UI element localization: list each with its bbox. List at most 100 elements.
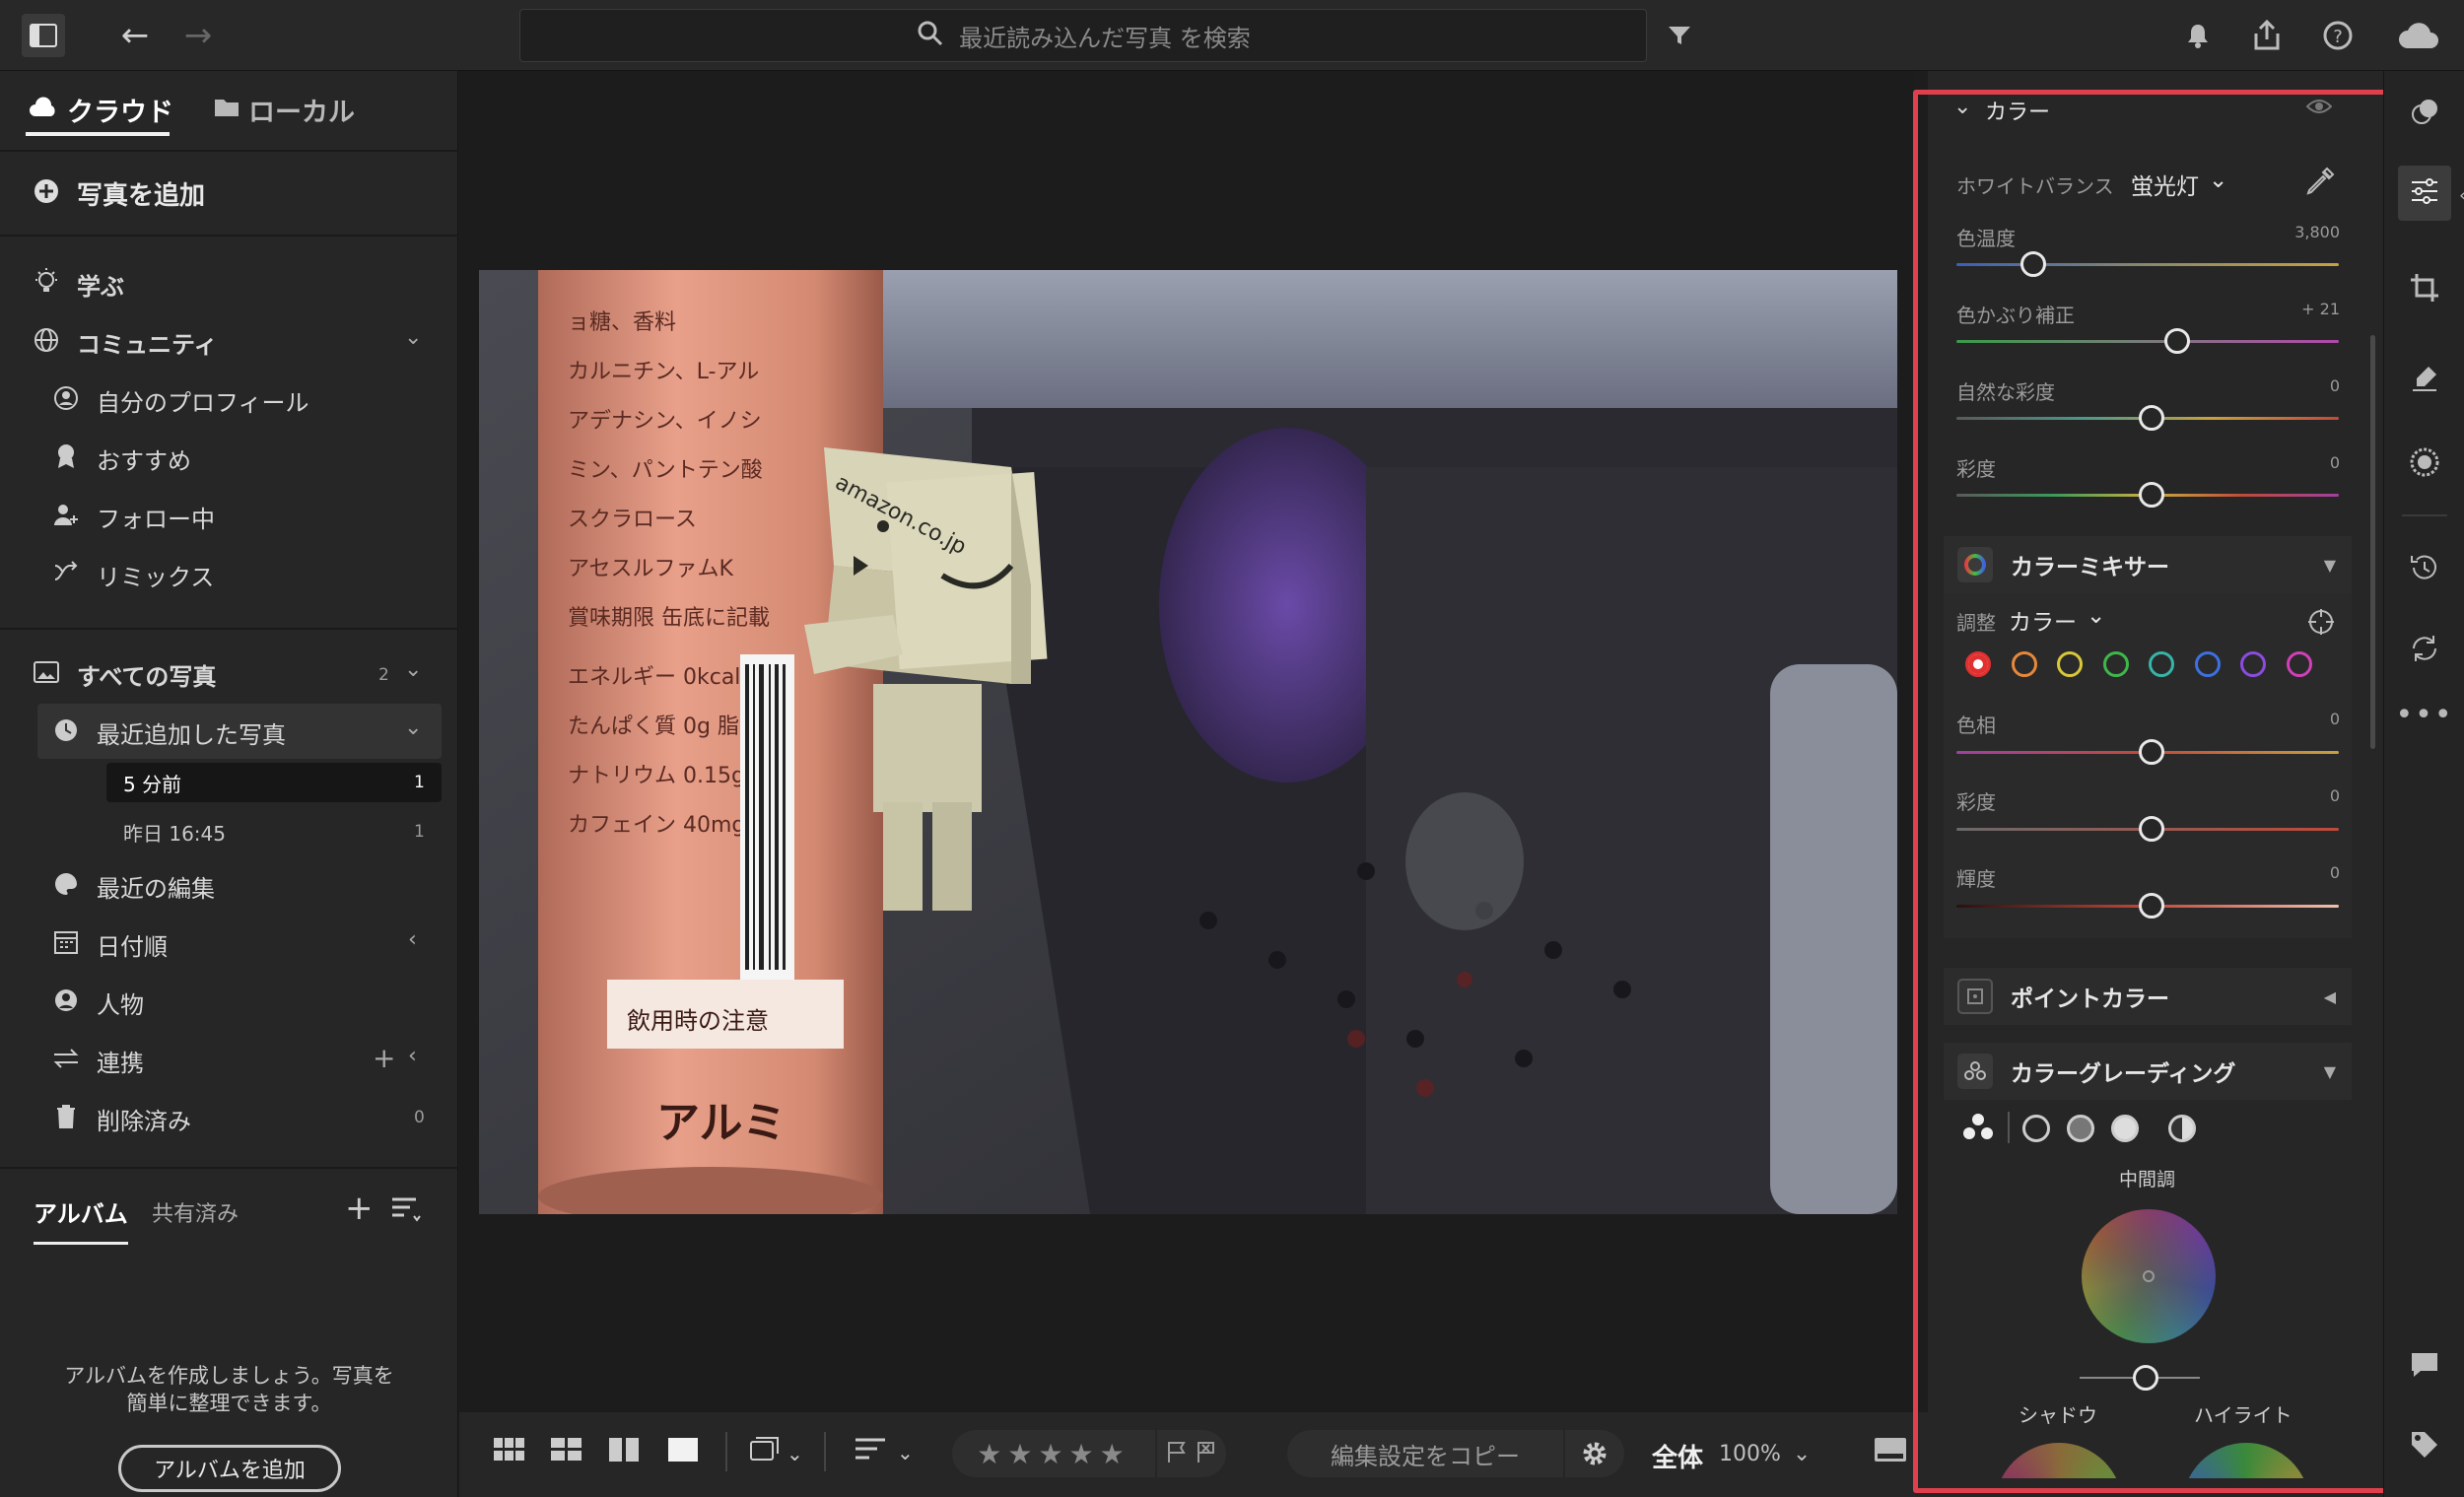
nav-recommended[interactable]: おすすめ — [51, 442, 191, 476]
color-swatch[interactable] — [2194, 651, 2221, 677]
copy-settings-button[interactable]: 編集設定をコピー — [1287, 1430, 1563, 1477]
sidebar-toggle-icon[interactable] — [22, 14, 65, 57]
three-way-view-icon[interactable] — [1961, 1112, 1995, 1147]
midtones-color-wheel[interactable] — [2082, 1209, 2216, 1343]
nav-by-date[interactable]: 日付順 — [51, 927, 168, 962]
more-icon[interactable]: ••• — [2384, 698, 2464, 732]
nav-people[interactable]: 人物 — [51, 986, 144, 1020]
masking-icon[interactable] — [2384, 445, 2464, 487]
compare-view-icon[interactable] — [607, 1436, 641, 1463]
nav-integrations[interactable]: 連携 — [51, 1044, 144, 1078]
nav-following[interactable]: フォロー中 — [51, 500, 215, 534]
temperature-slider-knob[interactable] — [2020, 251, 2046, 277]
color-mixer-header[interactable]: カラーミキサー ▼ — [1944, 536, 2352, 593]
tab-cloud[interactable]: クラウド — [28, 91, 173, 129]
eyedropper-icon[interactable] — [2304, 166, 2336, 201]
search-input[interactable]: 最近読み込んだ写真 を検索 — [519, 9, 1647, 62]
versions-icon[interactable] — [2384, 633, 2464, 672]
balance-slider-knob[interactable] — [2133, 1365, 2158, 1391]
star-rating[interactable]: ★★★★★ — [952, 1430, 1155, 1477]
tint-slider-knob[interactable] — [2164, 328, 2190, 354]
chevron-down-icon[interactable]: ⌄ — [1953, 95, 1971, 119]
white-balance-dropdown[interactable]: 蛍光灯 ⌄ — [2131, 168, 2227, 201]
tint-slider-track[interactable] — [1956, 340, 2339, 343]
help-icon[interactable]: ? — [2318, 14, 2358, 57]
panel-scrollbar[interactable] — [2370, 335, 2375, 749]
add-album-button[interactable]: アルバムを追加 — [118, 1445, 341, 1492]
saturation-slider-knob[interactable] — [2139, 482, 2164, 508]
color-swatch[interactable] — [2102, 651, 2129, 677]
filmstrip-icon[interactable] — [1873, 1436, 1908, 1463]
vibrance-slider-knob[interactable] — [2139, 405, 2164, 431]
hue-slider-knob[interactable] — [2139, 739, 2164, 765]
crop-icon[interactable] — [2384, 272, 2464, 311]
color-grading-header[interactable]: カラーグレーディング ▼ — [1944, 1043, 2352, 1100]
reject-flag-icon[interactable] — [1196, 1440, 1217, 1467]
eye-icon[interactable] — [2305, 97, 2333, 120]
sort-dropdown[interactable]: ⌄ — [854, 1436, 914, 1468]
shadows-view-icon[interactable] — [2022, 1115, 2050, 1142]
nav-deleted[interactable]: 削除済み — [51, 1102, 191, 1136]
cloud-icon[interactable] — [2389, 14, 2448, 57]
temperature-slider-track[interactable] — [1956, 263, 2339, 266]
target-adjust-icon[interactable] — [2306, 607, 2336, 641]
nav-community[interactable]: コミュニティ — [32, 325, 218, 360]
share-icon[interactable] — [2247, 14, 2287, 57]
zoom-dropdown[interactable]: 100% ⌄ — [1719, 1442, 1811, 1466]
sort-icon[interactable] — [390, 1194, 422, 1228]
color-section-title[interactable]: カラー — [1985, 95, 2050, 126]
slideshow-dropdown[interactable]: ⌄ — [749, 1436, 803, 1470]
adjust-dropdown[interactable]: カラー ⌄ — [2009, 603, 2105, 637]
nav-recent-edits[interactable]: 最近の編集 — [51, 869, 215, 904]
add-photo-button[interactable]: 写真を追加 — [32, 175, 205, 212]
tab-shared[interactable]: 共有済み — [152, 1196, 239, 1228]
add-album-plus-icon[interactable]: + — [345, 1189, 374, 1228]
grid-large-icon[interactable] — [550, 1436, 583, 1463]
nav-remix[interactable]: リミックス — [51, 558, 214, 592]
forward-arrow-icon[interactable]: → — [173, 14, 223, 57]
tag-icon[interactable] — [2384, 1429, 2464, 1468]
color-swatch[interactable] — [1965, 651, 1991, 677]
bell-icon[interactable] — [2178, 16, 2218, 55]
tab-local[interactable]: ローカル — [213, 91, 355, 129]
single-view-icon[interactable] — [666, 1436, 700, 1463]
nav-learn[interactable]: 学ぶ — [32, 267, 124, 302]
comment-icon[interactable] — [2384, 1350, 2464, 1388]
nav-recently-added-row[interactable]: 最近追加した写真 — [51, 715, 286, 750]
highlights-view-icon[interactable] — [2111, 1115, 2139, 1142]
chevron-down-icon[interactable]: ⌄ — [404, 715, 422, 740]
nav-all-photos[interactable]: すべての写真 — [32, 657, 216, 692]
color-swatch[interactable] — [2240, 651, 2266, 677]
gear-icon[interactable] — [1565, 1430, 1624, 1477]
chevron-down-icon[interactable]: ⌄ — [404, 325, 422, 350]
color-swatch[interactable] — [2057, 651, 2083, 677]
presets-icon[interactable] — [2384, 97, 2464, 136]
luminance-slider-knob[interactable] — [2139, 893, 2164, 919]
chevron-left-icon[interactable]: ‹ — [408, 927, 417, 952]
color-swatch[interactable] — [2011, 651, 2037, 677]
zoom-fit-button[interactable]: 全体 — [1652, 1438, 1703, 1474]
point-color-header[interactable]: ポイントカラー ◀ — [1944, 968, 2352, 1025]
global-view-icon[interactable] — [2168, 1115, 2196, 1142]
midtones-view-icon[interactable] — [2067, 1115, 2094, 1142]
tab-albums[interactable]: アルバム — [34, 1194, 128, 1229]
color-swatch[interactable] — [2149, 651, 2174, 677]
healing-brush-icon[interactable] — [2384, 363, 2464, 402]
sub-item-label[interactable]: 昨日 16:45 — [123, 818, 226, 847]
photo[interactable]: ョ糖、香料 カルニチン、L-アル アデナシン、イノシ ミン、パントテン酸 スクラロー… — [479, 270, 1897, 1214]
plus-icon[interactable]: + — [373, 1042, 395, 1074]
flag-icon[interactable] — [1166, 1440, 1188, 1467]
flag-buttons[interactable] — [1157, 1430, 1226, 1477]
grid-small-icon[interactable] — [493, 1436, 526, 1463]
color-swatch[interactable] — [2286, 651, 2312, 677]
history-icon[interactable] — [2384, 552, 2464, 591]
adjust-label: 調整 — [1956, 611, 1996, 635]
back-arrow-icon[interactable]: ← — [110, 14, 160, 57]
mixer-saturation-slider-knob[interactable] — [2139, 816, 2164, 842]
sliders-icon[interactable] — [2384, 175, 2464, 215]
nav-profile[interactable]: 自分のプロフィール — [51, 383, 309, 418]
filter-icon[interactable] — [1660, 16, 1699, 55]
slider-label: 色相 — [1956, 714, 1996, 737]
chevron-left-icon[interactable]: ‹ — [408, 1044, 417, 1068]
chevron-down-icon[interactable]: ⌄ — [404, 657, 422, 682]
